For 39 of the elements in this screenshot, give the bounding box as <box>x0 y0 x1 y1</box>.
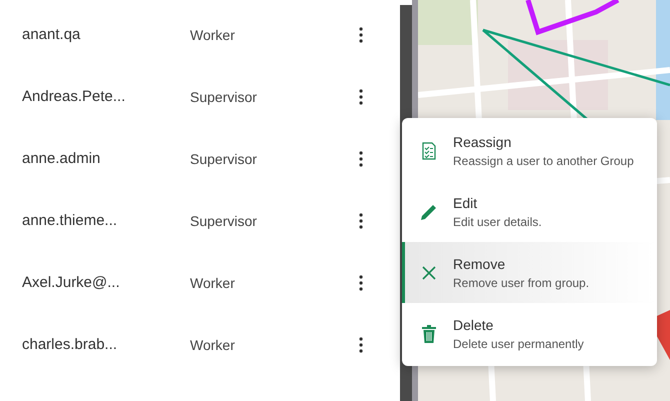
menu-item-title: Remove <box>453 254 506 274</box>
menu-item-description: Edit user details. <box>453 214 542 230</box>
menu-item-title: Delete <box>453 316 494 334</box>
trash-icon <box>422 324 436 342</box>
close-icon <box>422 266 436 280</box>
menu-item[interactable]: Edit Edit user details. <box>402 181 657 242</box>
more-vertical-icon <box>359 337 363 353</box>
more-vertical-icon <box>359 89 363 105</box>
user-name: Axel.Jurke@... <box>22 272 121 293</box>
menu-item-title: Reassign <box>453 132 512 152</box>
more-vertical-icon <box>359 275 363 291</box>
menu-item-title: Edit <box>453 194 478 212</box>
user-name: Andreas.Pete... <box>22 86 126 107</box>
user-role: Worker <box>190 336 236 354</box>
menu-item-description: Reassign a user to another Group <box>453 152 634 170</box>
more-options-button[interactable] <box>358 336 364 354</box>
user-name: anne.admin <box>22 148 102 169</box>
user-role: Supervisor <box>190 212 258 231</box>
user-name: charles.brab... <box>22 334 118 355</box>
menu-item-description: Delete user permanently <box>453 336 584 352</box>
more-options-button[interactable] <box>358 88 364 106</box>
menu-item[interactable]: Remove Remove user from group. <box>402 242 657 303</box>
user-role: Worker <box>190 26 236 44</box>
user-role: Worker <box>190 274 236 292</box>
user-role: Supervisor <box>190 88 258 107</box>
checklist-icon <box>422 142 436 160</box>
user-name: anne.thieme... <box>22 210 118 231</box>
more-options-button[interactable] <box>358 212 364 230</box>
more-vertical-icon <box>359 213 363 229</box>
menu-item[interactable]: Delete Delete user permanently <box>402 303 657 364</box>
menu-item[interactable]: Reassign Reassign a user to another Group <box>402 120 657 181</box>
more-options-button[interactable] <box>358 274 364 292</box>
more-vertical-icon <box>359 151 363 167</box>
user-name: anant.qa <box>22 24 82 45</box>
more-options-button[interactable] <box>358 26 364 44</box>
more-vertical-icon <box>359 27 363 43</box>
menu-item-description: Remove user from group. <box>453 274 590 292</box>
more-options-button[interactable] <box>358 150 364 168</box>
user-role: Supervisor <box>190 150 258 169</box>
